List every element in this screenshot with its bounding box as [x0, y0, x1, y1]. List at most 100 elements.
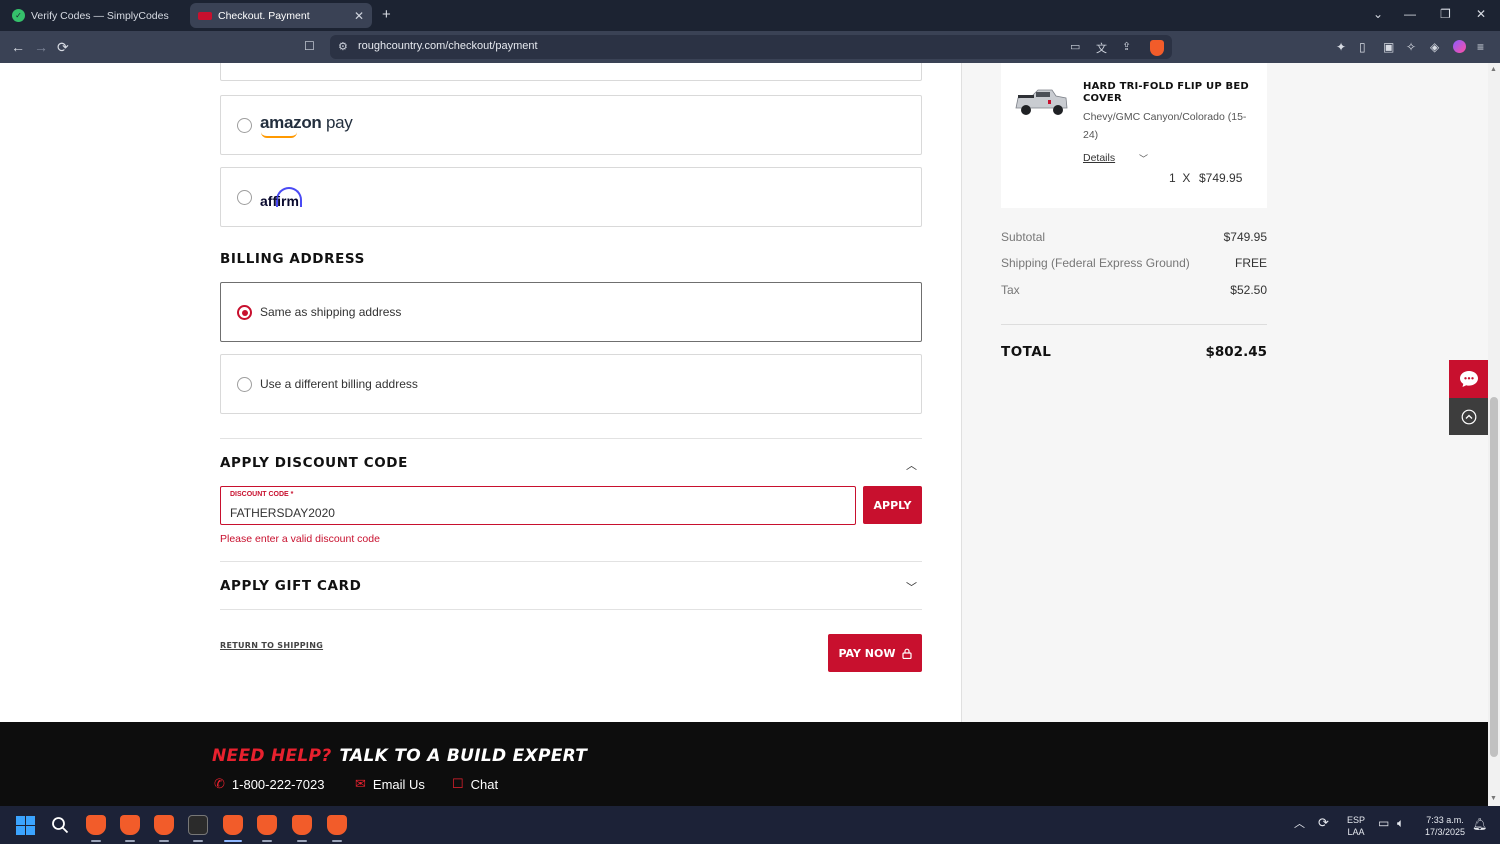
chevron-up-icon[interactable]: ︿ — [1294, 818, 1305, 830]
forward-button[interactable]: → — [34, 39, 48, 55]
vpn-icon[interactable]: ◈ — [1430, 40, 1439, 54]
wallet-icon[interactable]: ▣ — [1383, 40, 1394, 54]
product-variant: Chevy/GMC Canyon/Colorado (15-24) — [1083, 111, 1247, 141]
summary-row-shipping: Shipping (Federal Express Ground) FREE — [1001, 256, 1267, 270]
running-indicator — [332, 840, 342, 842]
running-indicator — [125, 840, 135, 842]
divider — [220, 609, 922, 610]
back-button[interactable]: ← — [11, 39, 25, 55]
billing-different-radio[interactable] — [237, 377, 252, 392]
phone-contact-link[interactable]: ✆ 1-800-222-7023 — [214, 776, 324, 792]
billing-option-label: Same as shipping address — [260, 305, 402, 319]
chevron-up-circle-icon — [1461, 409, 1476, 424]
billing-option-different[interactable]: Use a different billing address — [220, 354, 922, 414]
reload-button[interactable]: ⟳ — [57, 39, 69, 56]
brave-browser-taskbar-icon[interactable] — [292, 815, 312, 835]
page-scrollbar[interactable]: ▲ ▼ — [1488, 63, 1500, 806]
brave-browser-taskbar-icon-active[interactable] — [223, 815, 243, 835]
phone-icon: ✆ — [214, 776, 225, 791]
product-thumbnail-image — [1012, 82, 1070, 122]
amazon-pay-radio[interactable] — [237, 118, 252, 133]
total-value: $802.45 — [1205, 344, 1268, 360]
volume-icon[interactable]: 🔈︎ — [1397, 817, 1404, 829]
menu-icon[interactable]: ≡ — [1477, 40, 1484, 54]
close-window-button[interactable]: ✕ — [1476, 7, 1486, 21]
close-tab-icon[interactable]: ✕ — [354, 9, 364, 23]
scroll-to-top-button[interactable] — [1449, 398, 1488, 435]
clock[interactable]: 7:33 a.m. 17/3/2025 — [1418, 814, 1472, 838]
brave-browser-taskbar-icon[interactable] — [154, 815, 174, 835]
brave-shields-icon[interactable] — [1150, 40, 1164, 56]
chat-widget-button[interactable] — [1449, 360, 1488, 398]
address-bar[interactable]: ⚙ roughcountry.com/checkout/payment ▭ 文 … — [330, 35, 1172, 59]
billing-same-radio[interactable] — [237, 305, 252, 320]
product-details-link[interactable]: Details — [1083, 152, 1115, 164]
chevron-up-icon[interactable]: ︿ — [906, 457, 917, 473]
payment-option-amazon-pay[interactable]: amazon pay — [220, 95, 922, 155]
language-indicator[interactable]: ESP LAA — [1343, 814, 1369, 838]
discount-code-field[interactable]: DISCOUNT CODE * FATHERSDAY2020 — [220, 486, 856, 525]
roughcountry-favicon-icon — [198, 11, 212, 20]
billing-option-same[interactable]: Same as shipping address — [220, 282, 922, 342]
need-help-heading: NEED HELP? TALK TO A BUILD EXPERT — [212, 746, 588, 766]
running-indicator — [262, 840, 272, 842]
brave-browser-taskbar-icon[interactable] — [257, 815, 277, 835]
running-indicator — [297, 840, 307, 842]
sync-icon[interactable]: ⟳ — [1318, 816, 1329, 829]
apply-discount-button[interactable]: APPLY — [863, 486, 922, 524]
running-indicator — [159, 840, 169, 842]
site-info-icon[interactable]: ⚙ — [338, 40, 348, 53]
scroll-down-arrow-icon[interactable]: ▼ — [1490, 795, 1497, 802]
notification-bell-icon[interactable]: 🔔︎ — [1472, 818, 1487, 830]
brave-browser-taskbar-icon[interactable] — [120, 815, 140, 835]
chevron-down-icon[interactable]: ﹀ — [906, 579, 917, 595]
url-text[interactable]: roughcountry.com/checkout/payment — [358, 40, 538, 52]
cast-icon[interactable]: ▭ — [1070, 40, 1080, 53]
chevron-down-icon[interactable]: ﹀ — [1139, 152, 1148, 165]
network-icon[interactable]: ▭ — [1378, 817, 1389, 829]
summary-row-tax: Tax $52.50 — [1001, 283, 1267, 297]
search-icon[interactable] — [51, 816, 69, 834]
minimize-window-button[interactable]: — — [1404, 7, 1416, 21]
payment-option-affirm[interactable]: affirm — [220, 167, 922, 227]
discount-code-input[interactable]: FATHERSDAY2020 — [230, 506, 335, 520]
tab-checkout-payment[interactable]: Checkout. Payment ✕ — [190, 3, 372, 28]
bookmark-icon[interactable]: ☐ — [304, 39, 315, 53]
divider — [220, 438, 922, 439]
pay-now-button[interactable]: PAY NOW — [828, 634, 922, 672]
browser-toolbar: ← → ⟳ ☐ ⚙ roughcountry.com/checkout/paym… — [0, 31, 1500, 63]
envelope-icon: ✉ — [355, 776, 366, 791]
scroll-up-arrow-icon[interactable]: ▲ — [1490, 66, 1497, 73]
terminal-taskbar-icon[interactable] — [188, 815, 208, 835]
scrollbar-thumb[interactable] — [1490, 397, 1498, 757]
gift-card-section-toggle[interactable]: APPLY GIFT CARD — [220, 578, 361, 594]
tab-list-chevron-icon[interactable]: ⌄ — [1373, 7, 1383, 21]
profile-avatar[interactable] — [1453, 40, 1466, 53]
chat-contact-link[interactable]: ☐ Chat — [452, 776, 498, 792]
email-contact-link[interactable]: ✉ Email Us — [355, 776, 425, 792]
windows-taskbar: ︿ ⟳ ESP LAA ▭ 🔈︎ 7:33 a.m. 17/3/2025 🔔︎ — [0, 806, 1500, 844]
affirm-radio[interactable] — [237, 190, 252, 205]
translate-icon[interactable]: 文 — [1096, 40, 1107, 56]
brave-browser-taskbar-icon[interactable] — [327, 815, 347, 835]
leo-ai-icon[interactable]: ✧ — [1406, 40, 1416, 54]
return-to-shipping-link[interactable]: RETURN TO SHIPPING — [220, 641, 323, 650]
windows-start-icon[interactable] — [16, 816, 35, 835]
help-footer: NEED HELP? TALK TO A BUILD EXPERT ✆ 1-800… — [0, 722, 1488, 806]
affirm-logo: affirm — [260, 193, 299, 209]
restore-window-button[interactable]: ❐ — [1440, 7, 1451, 21]
product-line-price: $749.95 — [1199, 171, 1243, 185]
sidebar-icon[interactable]: ▯ — [1359, 40, 1366, 54]
pay-now-label: PAY NOW — [838, 646, 896, 660]
chat-icon: ☐ — [452, 776, 464, 791]
brave-browser-taskbar-icon[interactable] — [86, 815, 106, 835]
tab-verify-codes[interactable]: ✓ Verify Codes — SimplyCodes — [4, 3, 184, 28]
discount-section-toggle[interactable]: APPLY DISCOUNT CODE — [220, 455, 408, 471]
billing-option-label: Use a different billing address — [260, 377, 418, 391]
discount-code-label: DISCOUNT CODE * — [230, 491, 294, 498]
new-tab-button[interactable]: + — [382, 6, 391, 23]
share-icon[interactable]: ⇪ — [1122, 40, 1131, 53]
extensions-icon[interactable]: ✦ — [1336, 40, 1346, 54]
payment-option-partial[interactable] — [220, 63, 922, 81]
amazon-smile-icon — [261, 132, 297, 138]
